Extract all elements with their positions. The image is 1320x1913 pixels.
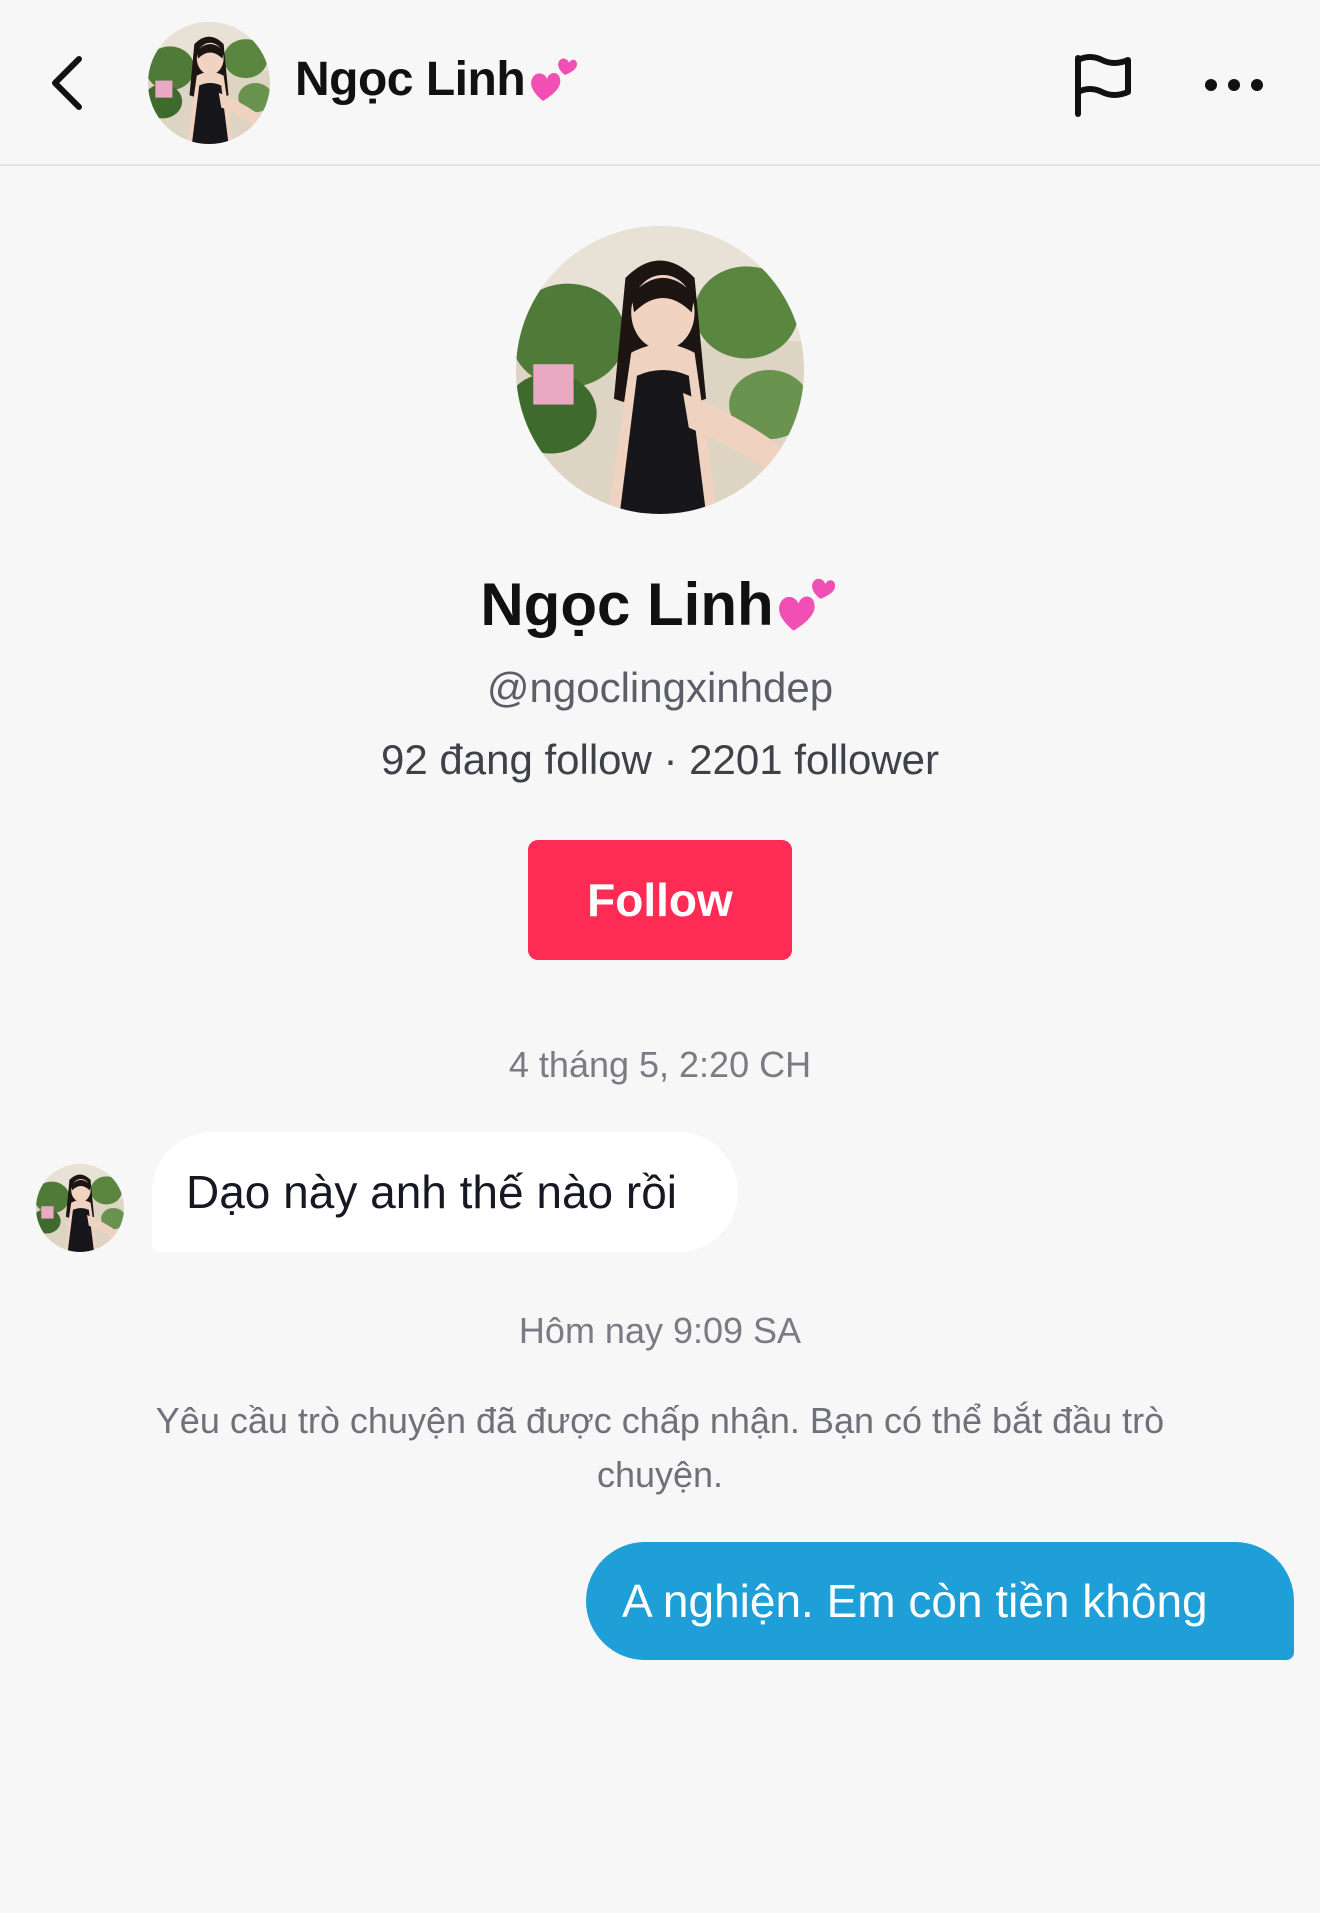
header-avatar[interactable] — [148, 22, 270, 144]
outgoing-message-bubble[interactable]: A nghiện. Em còn tiền không — [586, 1542, 1294, 1660]
follow-button[interactable]: Follow — [528, 840, 792, 960]
back-button[interactable] — [34, 46, 100, 120]
chat-header: Ngọc Linh — [0, 0, 1320, 166]
incoming-message-text: Dạo này anh thế nào rồi — [186, 1166, 678, 1218]
profile-name-text: Ngọc Linh — [480, 571, 774, 638]
heart-icon — [778, 578, 835, 631]
report-flag-button[interactable] — [1068, 50, 1138, 120]
profile-stats: 92 đang follow · 2201 follower — [380, 736, 940, 783]
header-name-text: Ngọc Linh — [295, 53, 526, 106]
more-dots-icon — [1205, 79, 1263, 91]
incoming-message-bubble[interactable]: Dạo này anh thế nào rồi — [152, 1132, 738, 1252]
chat-request-accepted-note: Yêu cầu trò chuyện đã được chấp nhận. Bạ… — [155, 1400, 1165, 1495]
outgoing-message-text: A nghiện. Em còn tiền không — [622, 1575, 1208, 1627]
profile-name: Ngọc Linh — [0, 570, 1320, 639]
message-timestamp: Hôm nay 9:09 SA — [518, 1310, 802, 1351]
chevron-left-icon — [52, 56, 82, 110]
profile-handle: @ngoclingxinhdep — [486, 664, 834, 711]
heart-icon — [531, 58, 578, 101]
header-username[interactable]: Ngọc Linh — [295, 52, 581, 107]
more-options-button[interactable] — [1196, 60, 1272, 110]
message-timestamp: 4 tháng 5, 2:20 CH — [508, 1044, 812, 1085]
profile-avatar[interactable] — [516, 226, 804, 514]
sender-avatar[interactable] — [36, 1164, 124, 1252]
flag-icon — [1075, 54, 1131, 117]
